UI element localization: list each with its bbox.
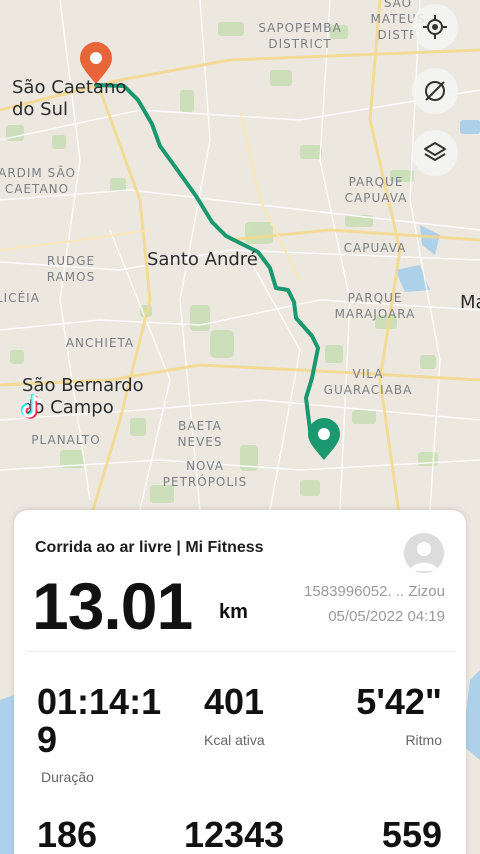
city-label-sao-caetano-do-sul: São Caetano do Sul [12, 77, 127, 120]
distance-value: 13.01 [32, 569, 193, 643]
city-label-santo-andre: Santo André [147, 249, 258, 270]
distance-unit: km [219, 601, 248, 623]
user-name: 1583996052. .. Zizou [304, 583, 445, 600]
district-label-liceia: LICÉIA [0, 291, 40, 305]
workout-summary-card[interactable]: Corrida ao ar livre | Mi Fitness 13.01 k… [14, 510, 466, 854]
stat-row2-col2-value: 12343 [184, 814, 285, 854]
district-label-sapopemba: SAPOPEMBA DISTRICT [258, 21, 342, 51]
locate-button[interactable] [412, 4, 458, 50]
layers-icon [424, 142, 446, 161]
district-label-baeta-neves: BAETA NEVES [177, 419, 223, 449]
stat-row2-col3-value: 559 [381, 814, 442, 854]
duration-label: Duração [41, 769, 94, 785]
compass-toggle-button[interactable] [412, 68, 458, 114]
district-label-nova-petropolis: NOVA PETRÓPOLIS [162, 459, 248, 489]
calories-label: Kcal ativa [204, 732, 265, 748]
city-label-ma-partial: Ma [460, 292, 480, 313]
duration-value: 01:14:1 9 [37, 681, 162, 760]
crosshair-icon [423, 15, 447, 39]
pace-label: Ritmo [405, 732, 442, 748]
district-label-rudge-ramos: RUDGE RAMOS [46, 254, 96, 284]
compass-off-icon [425, 81, 445, 101]
district-label-vila-guaraciaba: VILA GUARACIABA [323, 367, 413, 397]
pace-value: 5'42" [356, 681, 442, 722]
district-label-parque-capuava: PARQUE CAPUAVA [344, 175, 408, 205]
tiktok-logo-icon [20, 394, 43, 419]
workout-date: 05/05/2022 04:19 [328, 608, 445, 625]
avatar[interactable] [404, 533, 444, 573]
layers-button[interactable] [412, 130, 458, 176]
district-label-jardim-sao-caetano: ARDIM SÃO CAETANO [0, 166, 76, 196]
district-label-parque-marajoara: PARQUE MARAJOARA [334, 291, 416, 321]
user-avatar-icon [404, 533, 444, 573]
calories-value: 401 [204, 681, 265, 722]
district-label-capuava: CAPUAVA [343, 241, 407, 255]
district-label-anchieta: ANCHIETA [65, 336, 135, 350]
workout-title: Corrida ao ar livre | Mi Fitness [35, 539, 264, 556]
stat-row2-col1-value: 186 [37, 814, 98, 854]
divider [28, 651, 456, 652]
